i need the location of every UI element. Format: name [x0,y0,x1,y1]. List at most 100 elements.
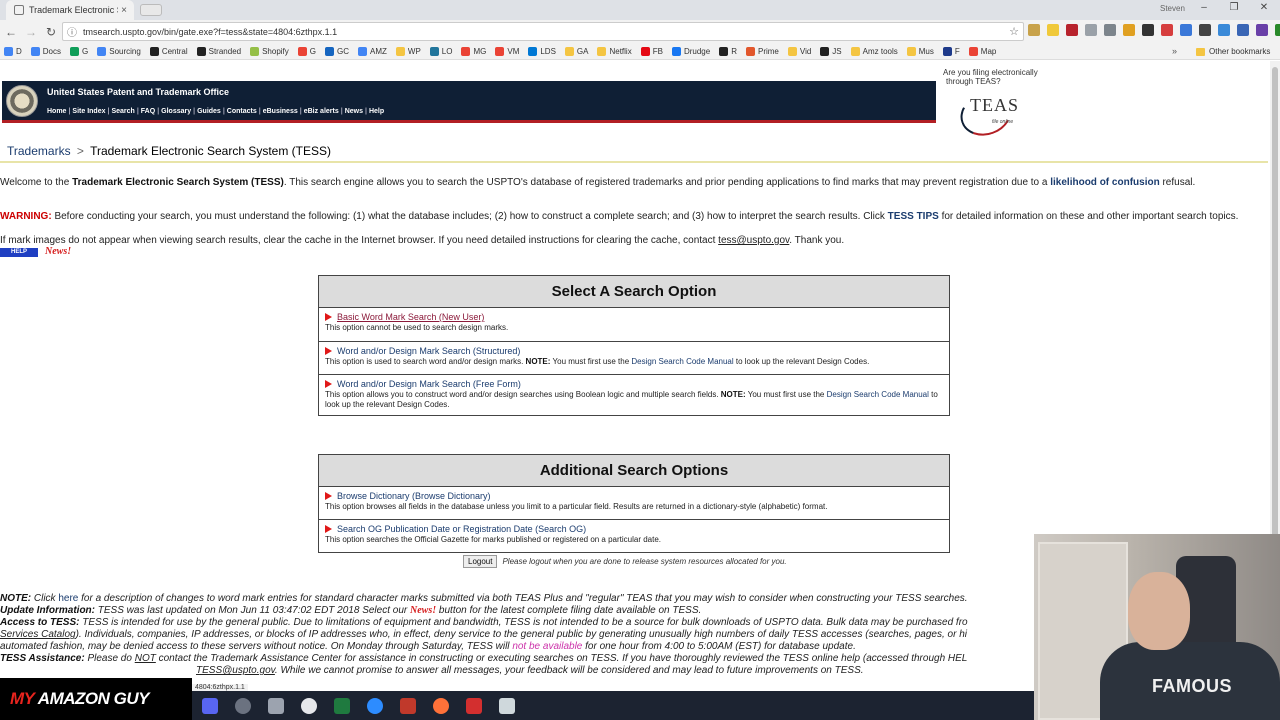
here-link[interactable]: here [58,593,78,604]
extension-icon[interactable] [1218,24,1230,36]
bookmark-item[interactable]: Amz tools [850,47,898,56]
services-catalog-link[interactable]: Services Catalog [0,629,76,640]
extension-icon[interactable] [1104,24,1116,36]
bookmark-item[interactable]: GA [564,47,588,56]
extension-icon[interactable] [1161,24,1173,36]
bookmark-item[interactable]: AMZ [358,47,387,56]
likelihood-of-confusion-link[interactable]: likelihood of confusion [1050,177,1159,188]
app-icon[interactable] [499,698,515,714]
extension-icon[interactable] [1066,24,1078,36]
bookmark-item[interactable]: Shopify [250,47,289,56]
app-icon[interactable] [400,698,416,714]
bookmark-item[interactable]: G [70,47,88,56]
excel-icon[interactable] [334,698,350,714]
tab-close-icon[interactable]: × [118,5,130,16]
profile-name[interactable]: Steven [1160,4,1185,13]
new-tab-button[interactable] [140,4,162,16]
bookmark-item[interactable]: Drudge [671,47,710,56]
tess-feedback-email-link[interactable]: TESS@uspto.gov [196,665,275,676]
bookmark-item[interactable]: Prime [745,47,779,56]
extension-icon[interactable] [1180,24,1192,36]
bookmark-item[interactable]: Map [968,47,996,56]
restore-icon[interactable]: ❐ [1226,2,1242,13]
nav-link-guides[interactable]: Guides [197,108,221,115]
nav-link-home[interactable]: Home [47,108,66,115]
basic-word-mark-search-link[interactable]: Basic Word Mark Search (New User) [337,312,484,322]
bookmark-item[interactable]: Sourcing [97,47,141,56]
extension-icon[interactable] [1047,24,1059,36]
bookmark-star-icon[interactable]: ☆ [1009,25,1019,38]
extension-icon[interactable] [1275,24,1280,36]
discord-icon[interactable] [202,698,218,714]
tess-tips-link[interactable]: TESS TIPS [888,211,939,222]
scrollbar-thumb[interactable] [1272,67,1278,587]
tess-email-link[interactable]: tess@uspto.gov [718,235,789,246]
design-code-manual-link[interactable]: Design Search Code Manual [631,357,733,366]
news-inline-button[interactable]: News! [410,605,436,616]
window-close-icon[interactable]: ✕ [1256,2,1272,13]
extension-icon[interactable] [1237,24,1249,36]
zoom-icon[interactable] [367,698,383,714]
back-icon[interactable]: ← [2,25,20,39]
bookmarks-overflow-icon[interactable]: » [1172,46,1177,56]
bookmark-item[interactable]: D [4,47,22,56]
logout-button[interactable]: Logout [463,555,498,568]
other-bookmarks[interactable]: Other bookmarks [1196,47,1270,56]
nav-link-ebiz-alerts[interactable]: eBiz alerts [304,108,339,115]
browser-tab[interactable]: Trademark Electronic Se × [6,0,134,20]
calculator-icon[interactable] [268,698,284,714]
url-text[interactable]: tmsearch.uspto.gov/bin/gate.exe?f=tess&s… [83,27,1009,37]
help-button[interactable]: HELP [0,248,38,257]
bookmark-item[interactable]: MG [461,47,486,56]
nav-link-contacts[interactable]: Contacts [227,108,257,115]
browse-dictionary-link[interactable]: Browse Dictionary (Browse Dictionary) [337,491,491,501]
bookmark-item[interactable]: JS [820,47,842,56]
structured-search-link[interactable]: Word and/or Design Mark Search (Structur… [337,346,520,356]
nav-link-glossary[interactable]: Glossary [161,108,191,115]
bookmark-item[interactable]: FB [640,47,663,56]
bookmark-item[interactable]: LDS [528,47,556,56]
extension-icon[interactable] [1085,24,1097,36]
bookmark-item[interactable]: GC [325,47,349,56]
bookmark-item[interactable]: Vid [787,47,811,56]
teas-prompt[interactable]: Are you filing electronically through TE… [943,68,1038,86]
reload-icon[interactable]: ↻ [42,25,60,39]
address-bar[interactable]: ⓘ tmsearch.uspto.gov/bin/gate.exe?f=tess… [62,22,1024,41]
bookmark-item[interactable]: G [297,47,316,56]
nav-link-search[interactable]: Search [111,108,134,115]
nav-link-help[interactable]: Help [369,108,384,115]
bookmark-item[interactable]: LO [429,47,452,56]
bookmark-item[interactable]: F [942,47,960,56]
news-button[interactable]: News! [45,246,71,257]
bookmark-item[interactable]: Netflix [597,47,632,56]
free-form-search-link[interactable]: Word and/or Design Mark Search (Free For… [337,379,521,389]
teas-logo[interactable]: TEAS file online [954,85,1038,143]
bookmark-item[interactable]: Mus [906,47,934,56]
firefox-icon[interactable] [433,698,449,714]
extension-icon[interactable] [1123,24,1135,36]
nav-link-ebusiness[interactable]: eBusiness [263,108,298,115]
extension-icon[interactable] [1256,24,1268,36]
nav-link-site-index[interactable]: Site Index [72,108,105,115]
bookmark-item[interactable]: R [719,47,737,56]
extension-icon[interactable] [1028,24,1040,36]
bookmark-item[interactable]: Docs [30,47,61,56]
forward-icon[interactable]: → [22,25,40,39]
design-code-manual-link[interactable]: Design Search Code Manual [827,390,929,399]
bookmark-item[interactable]: Stranded [196,47,241,56]
acrobat-icon[interactable] [466,698,482,714]
search-og-link[interactable]: Search OG Publication Date or Registrati… [337,524,586,534]
breadcrumb-trademarks-link[interactable]: Trademarks [7,144,71,158]
bookmark-item[interactable]: VM [495,47,519,56]
nav-link-faq[interactable]: FAQ [141,108,155,115]
extension-icon[interactable] [1199,24,1211,36]
minimize-icon[interactable]: – [1196,2,1212,13]
extension-icon[interactable] [1142,24,1154,36]
page-info-icon[interactable]: ⓘ [67,24,77,39]
app-icon[interactable] [301,698,317,714]
bookmark-item[interactable]: Central [149,47,188,56]
bookmark-item[interactable]: WP [395,47,421,56]
app-icon[interactable] [235,698,251,714]
warning-label: WARNING: [0,211,52,222]
nav-link-news[interactable]: News [345,108,363,115]
